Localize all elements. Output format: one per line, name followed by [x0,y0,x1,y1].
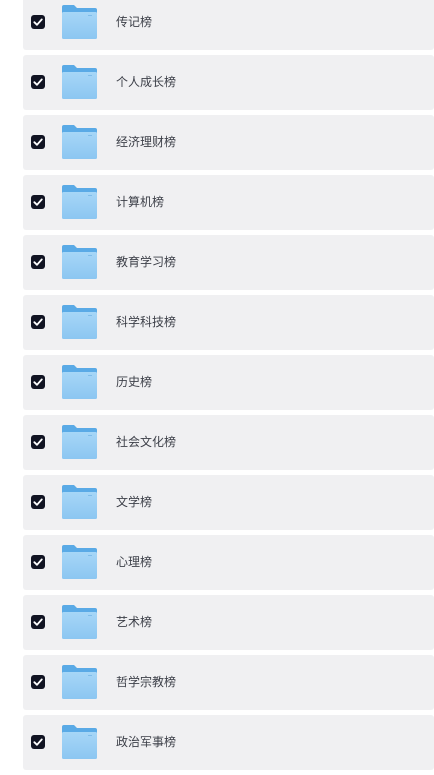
checkbox-checked-icon[interactable] [31,75,45,89]
folder-name: 教育学习榜 [116,255,177,269]
folder-row-2[interactable]: 个人成长榜 [23,55,434,110]
folder-icon[interactable] [61,664,98,700]
folder-name: 文学榜 [116,495,153,509]
folder-name: 个人成长榜 [116,75,177,89]
folder-name: 科学科技榜 [116,315,177,329]
folder-icon[interactable] [61,364,98,400]
folder-icon[interactable] [61,424,98,460]
folder-row-5[interactable]: 教育学习榜 [23,235,434,290]
folder-row-11[interactable]: 艺术榜 [23,595,434,650]
checkbox-checked-icon[interactable] [31,735,45,749]
folder-icon[interactable] [61,4,98,40]
folder-icon[interactable] [61,544,98,580]
folder-name: 计算机榜 [116,195,165,209]
checkbox-checked-icon[interactable] [31,435,45,449]
checkbox-checked-icon[interactable] [31,615,45,629]
folder-name: 社会文化榜 [116,435,177,449]
folder-icon[interactable] [61,604,98,640]
folder-icon[interactable] [61,484,98,520]
folder-icon[interactable] [61,184,98,220]
checkbox-checked-icon[interactable] [31,495,45,509]
folder-name: 历史榜 [116,375,153,389]
folder-name: 经济理财榜 [116,135,177,149]
checkbox-checked-icon[interactable] [31,135,45,149]
folder-row-9[interactable]: 文学榜 [23,475,434,530]
checkbox-checked-icon[interactable] [31,315,45,329]
checkbox-checked-icon[interactable] [31,555,45,569]
folder-icon[interactable] [61,244,98,280]
folder-icon[interactable] [61,64,98,100]
checkbox-checked-icon[interactable] [31,675,45,689]
folder-row-4[interactable]: 计算机榜 [23,175,434,230]
folder-row-1[interactable]: 传记榜 [23,0,434,50]
folder-row-6[interactable]: 科学科技榜 [23,295,434,350]
folder-row-12[interactable]: 哲学宗教榜 [23,655,434,710]
folder-name: 传记榜 [116,15,153,29]
folder-name: 心理榜 [116,555,153,569]
folder-name: 哲学宗教榜 [116,675,177,689]
checkbox-checked-icon[interactable] [31,375,45,389]
folder-name: 政治军事榜 [116,735,177,749]
folder-row-8[interactable]: 社会文化榜 [23,415,434,470]
folder-name: 艺术榜 [116,615,153,629]
folder-row-10[interactable]: 心理榜 [23,535,434,590]
checkbox-checked-icon[interactable] [31,255,45,269]
checkbox-checked-icon[interactable] [31,15,45,29]
folder-row-7[interactable]: 历史榜 [23,355,434,410]
folder-icon[interactable] [61,724,98,760]
folder-icon[interactable] [61,304,98,340]
folder-row-13[interactable]: 政治军事榜 [23,715,434,770]
checkbox-checked-icon[interactable] [31,195,45,209]
folder-icon[interactable] [61,124,98,160]
folder-row-3[interactable]: 经济理财榜 [23,115,434,170]
